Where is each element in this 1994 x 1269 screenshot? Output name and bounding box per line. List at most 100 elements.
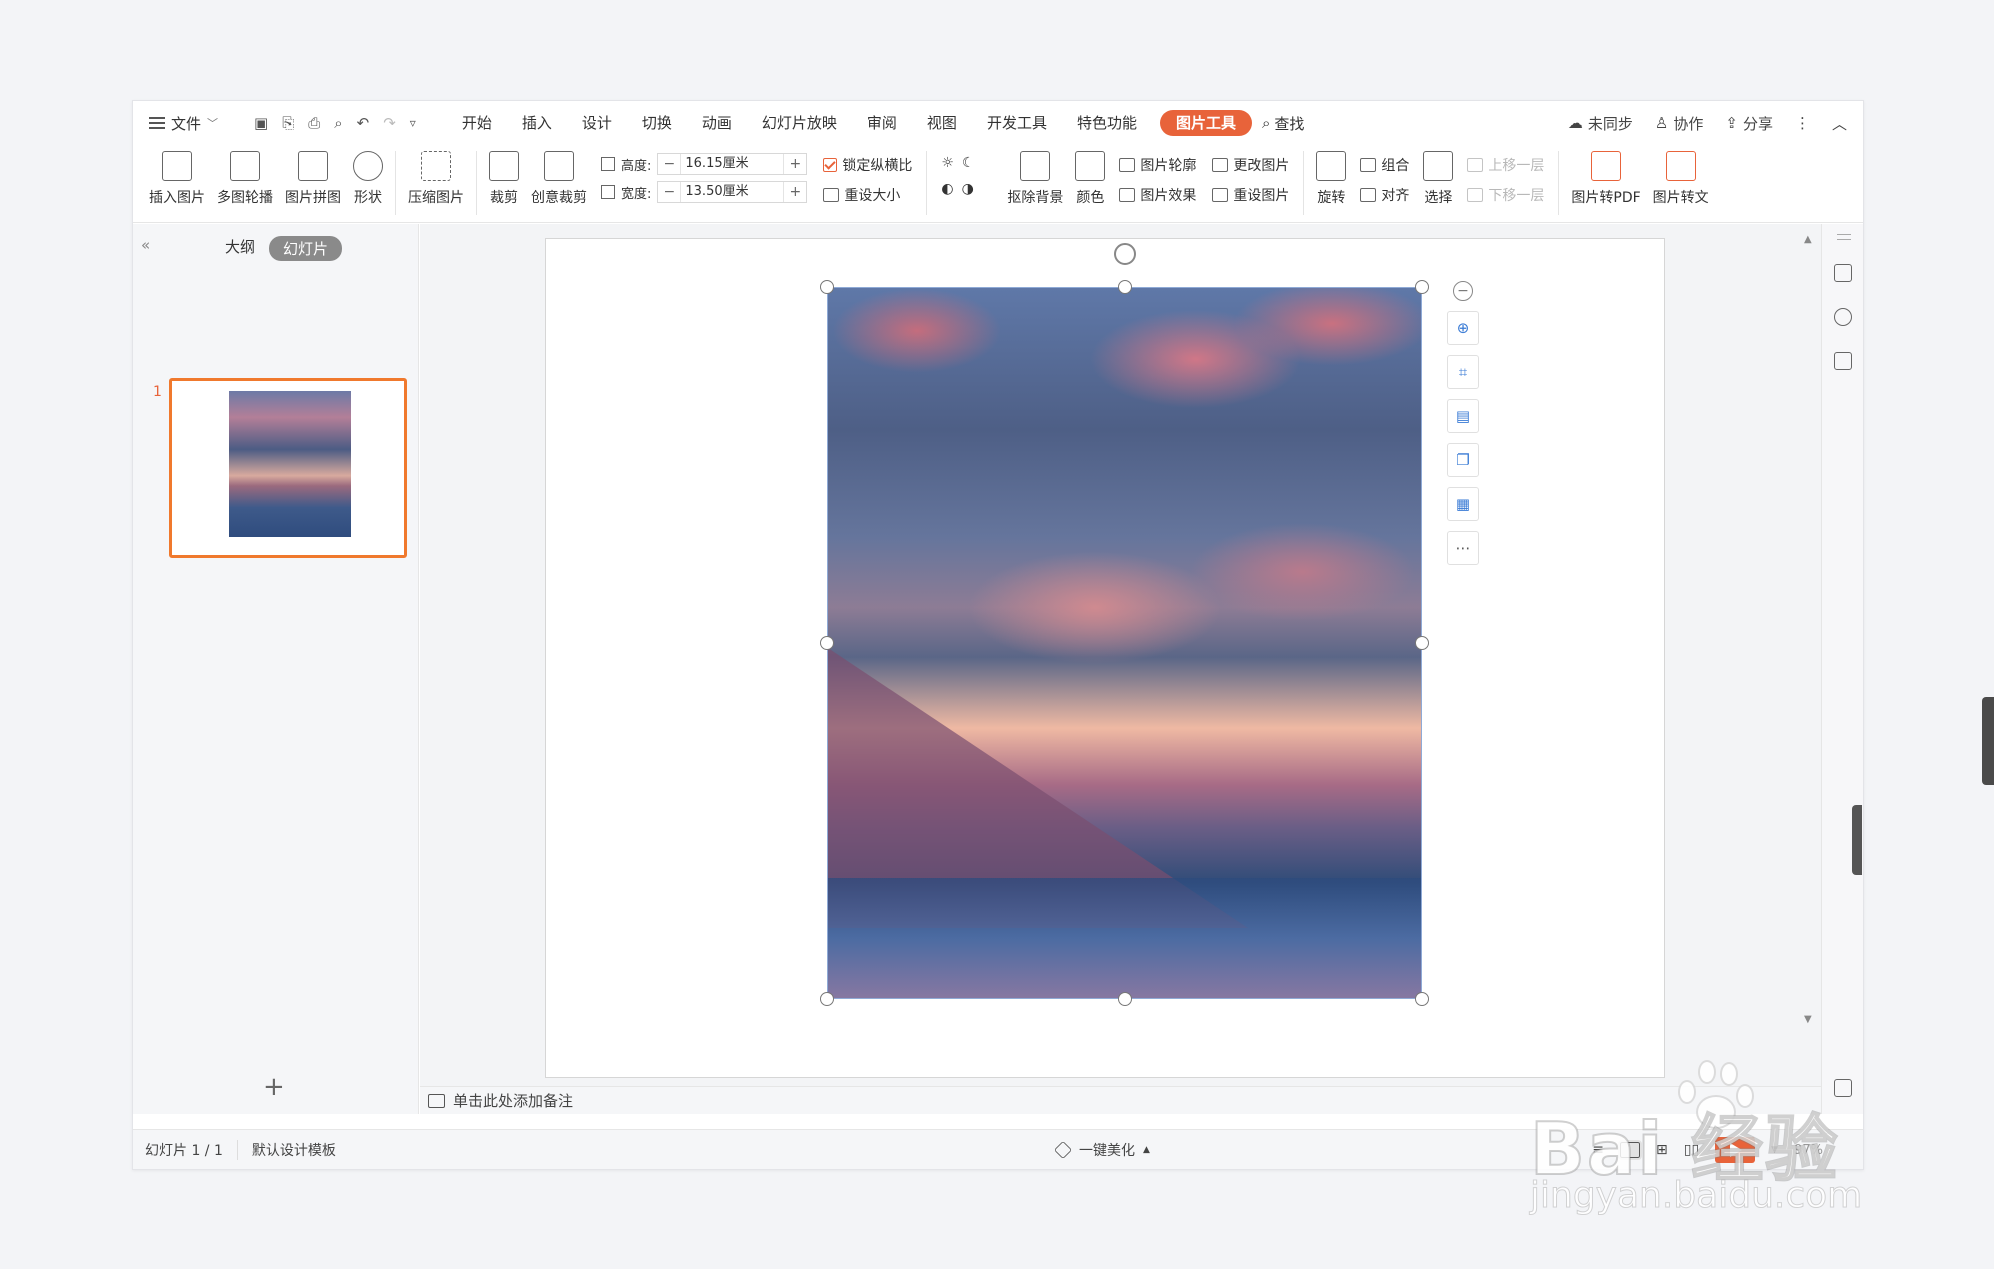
slide-canvas[interactable]: − ⊕ ⌗ ▤ ❐ ▦ ⋯	[545, 238, 1665, 1078]
beautify-button[interactable]: 一键美化 ▲	[1053, 1130, 1150, 1170]
change-picture-button[interactable]: 更改图片	[1212, 155, 1289, 175]
more-tools-icon[interactable]: ⋯	[1447, 531, 1479, 565]
add-slide-button[interactable]: +	[263, 1072, 285, 1102]
redo-icon[interactable]: ↷	[383, 114, 396, 132]
scroll-down-icon[interactable]: ▼	[1804, 1014, 1812, 1025]
rotate-button[interactable]: 旋转	[1316, 145, 1347, 219]
height-value[interactable]: 16.15厘米	[680, 154, 785, 174]
multi-carousel-button[interactable]: 多图轮播	[217, 145, 273, 219]
width-value[interactable]: 13.50厘米	[680, 182, 785, 202]
resize-handle-top[interactable]	[1118, 280, 1132, 294]
tab-slides[interactable]: 幻灯片	[269, 236, 343, 261]
print-icon[interactable]: ⎙	[308, 114, 320, 132]
insert-picture-button[interactable]: 插入图片	[149, 145, 205, 219]
normal-view-button[interactable]	[1618, 1140, 1643, 1160]
minimize-tools-icon[interactable]: −	[1453, 281, 1473, 301]
tab-outline[interactable]: 大纲	[225, 236, 255, 257]
width-stepper[interactable]: − 13.50厘米 +	[657, 181, 808, 203]
bring-forward-button[interactable]: 上移一层	[1467, 155, 1544, 175]
export-icon[interactable]: ⎘	[282, 114, 294, 132]
copy-picture-icon[interactable]: ❐	[1447, 443, 1479, 477]
compress-button[interactable]: 压缩图片	[408, 145, 464, 219]
layout-grid-icon[interactable]	[1834, 1079, 1852, 1097]
to-pdf-button[interactable]: 图片转PDF	[1571, 145, 1641, 219]
remove-background-button[interactable]: 抠除背景	[1007, 145, 1063, 219]
to-text-button[interactable]: 图片转文	[1653, 145, 1709, 219]
select-button[interactable]: 选择	[1423, 145, 1454, 219]
tab-slideshow[interactable]: 幻灯片放映	[747, 110, 852, 136]
sync-button[interactable]: ☁ 未同步	[1568, 113, 1633, 134]
crop-button[interactable]: 裁剪	[489, 145, 519, 219]
height-decrement[interactable]: −	[658, 156, 680, 172]
creative-crop-button[interactable]: 创意裁剪	[531, 145, 587, 219]
send-backward-button[interactable]: 下移一层	[1467, 185, 1544, 205]
reading-view-icon[interactable]: ▯▯	[1684, 1142, 1699, 1158]
search-button[interactable]: ⌕ 查找	[1262, 113, 1304, 134]
tab-home[interactable]: 开始	[447, 110, 507, 136]
play-options-icon[interactable]: ▼	[1771, 1145, 1778, 1155]
share-button[interactable]: ⇪ 分享	[1725, 113, 1773, 134]
collapse-ribbon-button[interactable]: ︿	[1832, 113, 1847, 134]
tab-view[interactable]: 视图	[912, 110, 972, 136]
save-icon[interactable]: ▣	[254, 114, 268, 132]
width-increment[interactable]: +	[784, 184, 806, 200]
brightness-down-icon[interactable]: ☾	[962, 155, 975, 171]
landscape-picture[interactable]	[827, 287, 1422, 999]
crop-tool-icon[interactable]: ⌗	[1447, 355, 1479, 389]
properties-icon[interactable]	[1834, 264, 1852, 282]
lock-ratio-checkbox[interactable]: 锁定纵横比	[823, 155, 912, 175]
picture-collage-button[interactable]: 图片拼图	[285, 145, 341, 219]
height-increment[interactable]: +	[784, 156, 806, 172]
tab-design[interactable]: 设计	[567, 110, 627, 136]
scroll-up-icon[interactable]: ▲	[1804, 234, 1812, 245]
sorter-view-icon[interactable]: ⊞	[1656, 1142, 1668, 1158]
tab-developer[interactable]: 开发工具	[972, 110, 1062, 136]
reset-size-button[interactable]: 重设大小	[823, 185, 912, 205]
resize-handle-top-left[interactable]	[820, 280, 834, 294]
tab-transitions[interactable]: 切换	[627, 110, 687, 136]
outline-button[interactable]: 图片轮廓	[1119, 155, 1196, 175]
resize-handle-bottom[interactable]	[1118, 992, 1132, 1006]
tab-animation[interactable]: 动画	[687, 110, 747, 136]
tab-picture-tools[interactable]: 图片工具	[1159, 110, 1252, 136]
resize-handle-bottom-left[interactable]	[820, 992, 834, 1006]
more-menu-button[interactable]: ⋮	[1795, 114, 1810, 132]
notes-bar[interactable]: 单击此处添加备注	[420, 1086, 1822, 1114]
tab-review[interactable]: 审阅	[852, 110, 912, 136]
brightness-up-icon[interactable]: ☼	[941, 155, 954, 171]
group-button[interactable]: 组合	[1360, 155, 1409, 175]
contrast-up-icon[interactable]: ◐	[941, 181, 953, 197]
animation-star-icon[interactable]	[1834, 308, 1852, 326]
ocr-icon[interactable]: ▤	[1447, 399, 1479, 433]
width-decrement[interactable]: −	[658, 184, 680, 200]
file-menu[interactable]: 文件 ﹀	[149, 113, 227, 134]
contrast-down-icon[interactable]: ◑	[962, 181, 974, 197]
undo-icon[interactable]: ↶	[357, 114, 370, 132]
edge-window-tab[interactable]	[1852, 805, 1862, 875]
reset-picture-button[interactable]: 重设图片	[1212, 185, 1289, 205]
zoom-level[interactable]: 97%	[1794, 1143, 1823, 1158]
resize-handle-left[interactable]	[820, 636, 834, 650]
rotate-handle[interactable]	[1114, 243, 1136, 265]
notes-toggle-icon[interactable]: ≡	[1592, 1142, 1604, 1158]
edge-window-tab[interactable]	[1982, 697, 1994, 785]
shape-button[interactable]: 形状	[353, 145, 383, 219]
resize-handle-bottom-right[interactable]	[1415, 992, 1429, 1006]
copy-format-icon[interactable]	[1834, 352, 1852, 370]
slide-thumbnail[interactable]	[169, 378, 407, 558]
resize-handle-right[interactable]	[1415, 636, 1429, 650]
tab-insert[interactable]: 插入	[507, 110, 567, 136]
resize-handle-top-right[interactable]	[1415, 280, 1429, 294]
color-button[interactable]: 颜色	[1075, 145, 1106, 219]
align-button[interactable]: 对齐	[1360, 185, 1409, 205]
effects-button[interactable]: 图片效果	[1119, 185, 1196, 205]
height-stepper[interactable]: − 16.15厘米 +	[657, 153, 808, 175]
collapse-panel-icon[interactable]: «	[141, 236, 150, 254]
print-preview-icon[interactable]: ⌕	[334, 114, 342, 132]
tab-features[interactable]: 特色功能	[1062, 110, 1152, 136]
vertical-scrollbar[interactable]: ▲ ▼	[1804, 234, 1816, 1074]
zoom-in-icon[interactable]: ⊕	[1447, 311, 1479, 345]
customize-icon[interactable]: ▿	[410, 116, 416, 130]
collab-button[interactable]: ♙ 协作	[1655, 113, 1703, 134]
play-slideshow-button[interactable]	[1715, 1137, 1756, 1163]
